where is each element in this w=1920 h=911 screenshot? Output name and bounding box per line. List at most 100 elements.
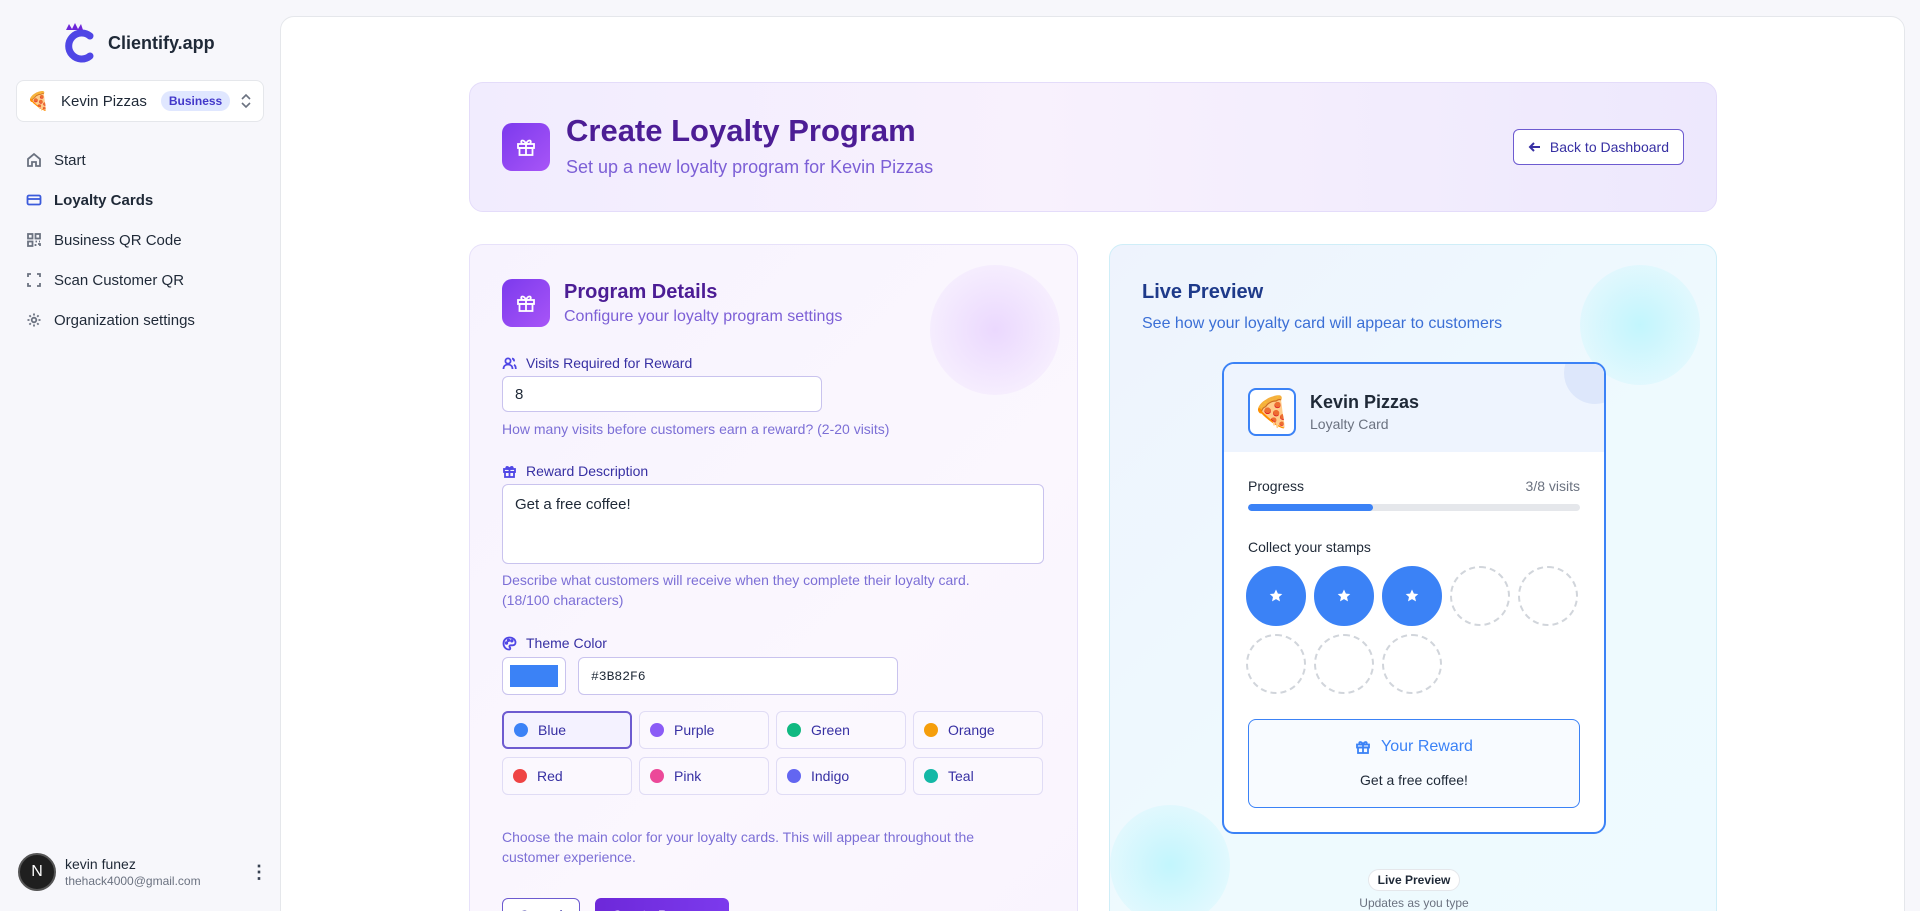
brand[interactable]: Clientify.app [60,22,215,64]
visits-hint: How many visits before customers earn a … [502,421,890,437]
sidebar-item-org-settings[interactable]: Organization settings [16,300,264,340]
sidebar-item-label: Loyalty Cards [54,191,154,209]
credit-card-icon [26,194,42,206]
app-name: Clientify.app [108,32,215,53]
color-option-purple[interactable]: Purple [639,711,769,749]
main-panel: Create Loyalty Program Set up a new loya… [280,16,1905,911]
stamps-label: Collect your stamps [1248,539,1371,555]
preview-title: Live Preview [1142,281,1264,303]
color-option-label: Indigo [811,768,850,784]
preview-subtitle: See how your loyalty card will appear to… [1142,315,1503,332]
arrow-left-icon [1528,142,1540,152]
stamp-filled [1382,566,1442,626]
more-vertical-icon[interactable]: ⋮ [250,862,268,883]
reward-hint: Describe what customers will receive whe… [502,570,970,610]
theme-color-label: Theme Color [502,635,607,651]
sidebar-item-loyalty-cards[interactable]: Loyalty Cards [16,180,264,220]
color-picker[interactable] [502,657,566,695]
sidebar-item-business-qr[interactable]: Business QR Code [16,220,264,260]
sidebar-item-scan-qr[interactable]: Scan Customer QR [16,260,264,300]
color-option-pink[interactable]: Pink [639,757,769,795]
user-email: thehack4000@gmail.com [65,874,201,888]
loyalty-card-preview: 🍕 Kevin Pizzas Loyalty Card Progress 3/8… [1222,362,1606,834]
sidebar-item-label: Business QR Code [54,231,182,249]
gift-icon [1356,741,1370,754]
stamps-grid [1246,566,1586,694]
sidebar-item-start[interactable]: Start [16,140,264,180]
sidebar: Clientify.app 🍕 Kevin Pizzas Business St… [0,0,280,911]
theme-label-text: Theme Color [526,635,607,651]
create-program-button[interactable]: Create Program [595,898,729,911]
stamp-empty [1382,634,1442,694]
color-option-label: Pink [674,768,702,784]
stamp-empty [1518,566,1578,626]
back-to-dashboard-button[interactable]: Back to Dashboard [1512,129,1684,165]
qr-code-icon [27,233,41,247]
color-dot [787,723,801,737]
gift-icon [503,465,516,478]
org-switcher[interactable]: 🍕 Kevin Pizzas Business [16,80,264,122]
color-dot [513,769,527,783]
reward-label: Reward Description [502,463,648,479]
preview-note: Updates as you type [1359,896,1469,910]
pizza-icon: 🍕 [1248,388,1296,436]
program-details-card: Program Details Configure your loyalty p… [469,244,1078,911]
color-dot [924,723,938,737]
avatar: N [18,853,56,891]
color-option-blue[interactable]: Blue [502,711,632,749]
stamp-filled [1246,566,1306,626]
stamp-empty [1246,634,1306,694]
star-icon [1337,589,1351,602]
color-option-label: Green [811,722,850,738]
page-header: Create Loyalty Program Set up a new loya… [469,82,1717,212]
visits-label: Visits Required for Reward [502,355,692,371]
progress-fill [1248,504,1373,511]
reward-textarea[interactable]: Get a free coffee! [502,484,1044,564]
reward-label-text: Reward Description [526,463,649,479]
color-option-label: Blue [538,722,567,738]
color-dot [650,769,664,783]
color-option-red[interactable]: Red [502,757,632,795]
users-icon [502,357,517,369]
stamp-empty [1314,634,1374,694]
user-profile[interactable]: N kevin funez thehack4000@gmail.com ⋮ [18,852,268,892]
color-dot [514,723,528,737]
theme-hint-line-2: customer experience. [502,849,636,865]
color-dot [650,723,664,737]
cancel-button[interactable]: Cancel [502,898,580,911]
pizza-icon: 🍕 [27,90,50,111]
sidebar-item-label: Scan Customer QR [54,271,185,289]
color-option-indigo[interactable]: Indigo [776,757,906,795]
star-icon [1405,589,1419,602]
page-title: Create Loyalty Program [566,113,916,148]
color-option-teal[interactable]: Teal [913,757,1043,795]
page-subtitle: Set up a new loyalty program for Kevin P… [566,157,934,177]
theme-hint: Choose the main color for your loyalty c… [502,827,974,867]
progress-count: 3/8 visits [1525,478,1580,494]
color-option-orange[interactable]: Orange [913,711,1043,749]
color-picker-fill [510,665,558,687]
home-icon [27,152,41,167]
reward-text: Get a free coffee! [1360,772,1468,788]
hex-color-input[interactable]: #3B82F6 [578,657,898,695]
star-icon [1269,589,1283,602]
color-option-label: Purple [674,722,715,738]
stamp-empty [1450,566,1510,626]
color-option-label: Orange [948,722,995,738]
business-name: Kevin Pizzas [1310,392,1420,412]
reward-hint-line-2: (18/100 characters) [502,592,624,608]
decorative-circle [1564,364,1604,404]
scan-icon [27,273,41,287]
reward-title: Your Reward [1249,738,1579,756]
chevron-up-down-icon [241,93,251,109]
back-button-label: Back to Dashboard [1549,139,1669,155]
gift-icon [502,279,550,327]
gift-icon [502,123,550,171]
visits-input[interactable]: 8 [502,376,822,412]
decorative-blob [930,265,1060,395]
color-dot [787,769,801,783]
color-options: Blue Purple Green Orange Red Pink Indigo… [502,711,1044,795]
color-option-green[interactable]: Green [776,711,906,749]
reward-title-text: Your Reward [1381,738,1473,755]
user-name: kevin funez [65,856,136,872]
